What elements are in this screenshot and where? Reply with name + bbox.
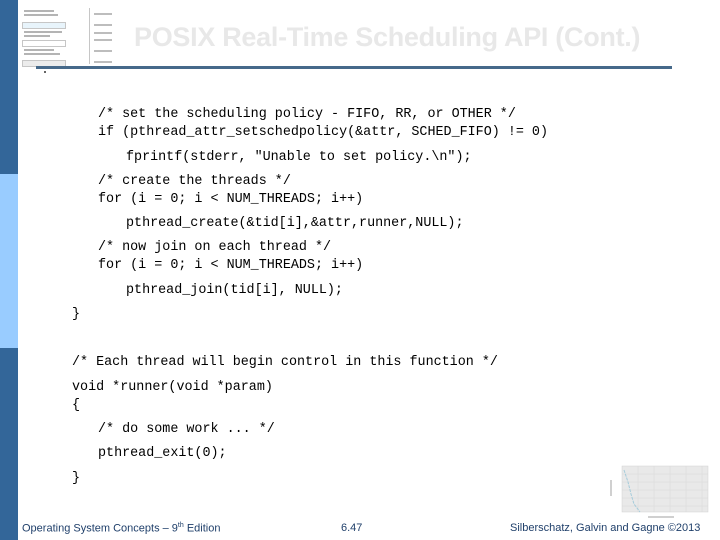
code-line: }: [72, 471, 81, 486]
title-rule: [36, 66, 672, 69]
code-block: /* set the scheduling policy - FIFO, RR,…: [0, 0, 548, 486]
code-line: /* set the scheduling policy - FIFO, RR,…: [98, 107, 516, 122]
code-line: if (pthread_attr_setschedpolicy(&attr, S…: [98, 125, 548, 140]
footer-book-text: Operating System Concepts – 9: [22, 522, 178, 535]
code-line: void *runner(void *param): [72, 380, 273, 395]
code-line: for (i = 0; i < NUM_THREADS; i++): [98, 258, 364, 273]
code-line: pthread_join(tid[i], NULL);: [126, 283, 343, 298]
code-line: /* create the threads */: [98, 174, 291, 189]
code-line: pthread_exit(0);: [98, 446, 227, 461]
code-line: {: [72, 398, 81, 413]
slide-title: POSIX Real-Time Scheduling API (Cont.): [134, 22, 641, 52]
code-line: /* Each thread will begin control in thi…: [72, 355, 498, 370]
outline-thumbnail-decoration: [22, 0, 122, 72]
rule-tick: [44, 71, 46, 73]
code-line: /* now join on each thread */: [98, 240, 332, 255]
code-line: for (i = 0; i < NUM_THREADS; i++): [98, 192, 364, 207]
code-line: }: [72, 307, 81, 322]
code-line: pthread_create(&tid[i],&attr,runner,NULL…: [126, 216, 464, 231]
code-line: /* do some work ... */: [98, 422, 275, 437]
code-line: fprintf(stderr, "Unable to set policy.\n…: [126, 150, 472, 165]
footer-book-title: Operating System Concepts – 9th Edition: [22, 522, 220, 535]
footer-page-number: 6.47: [341, 522, 363, 534]
footer-copyright: Silberschatz, Galvin and Gagne ©2013: [510, 522, 701, 534]
faded-chart-decoration: [610, 465, 709, 518]
footer-book-suffix: Edition: [183, 522, 221, 535]
